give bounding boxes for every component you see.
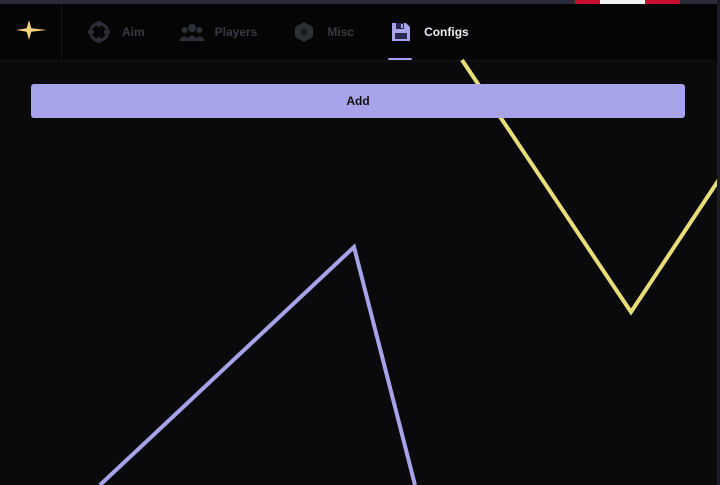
app-window: Aim Players Misc Configs Add [0,0,720,485]
tab-players-label: Players [214,25,258,39]
logo [0,4,62,60]
tab-aim-label: Aim [122,25,145,39]
tab-aim[interactable]: Aim [86,4,145,60]
tab-misc-label: Misc [327,25,355,39]
tab-misc[interactable]: Misc [291,4,354,60]
add-config-button[interactable]: Add [31,84,685,118]
hexagon-icon [291,19,317,45]
floppy-disk-icon [388,19,414,45]
tab-configs-label: Configs [424,25,469,39]
sparkle-star-icon [14,19,48,46]
tab-bar: Aim Players Misc Configs [62,4,503,60]
tab-players[interactable]: Players [178,4,258,60]
purple-zigzag-line [98,243,417,485]
users-icon [178,19,205,45]
top-navigation-bar: Aim Players Misc Configs [0,4,720,61]
tab-configs[interactable]: Configs [388,4,469,60]
crosshair-icon [86,19,112,45]
decorative-lines [98,58,720,485]
